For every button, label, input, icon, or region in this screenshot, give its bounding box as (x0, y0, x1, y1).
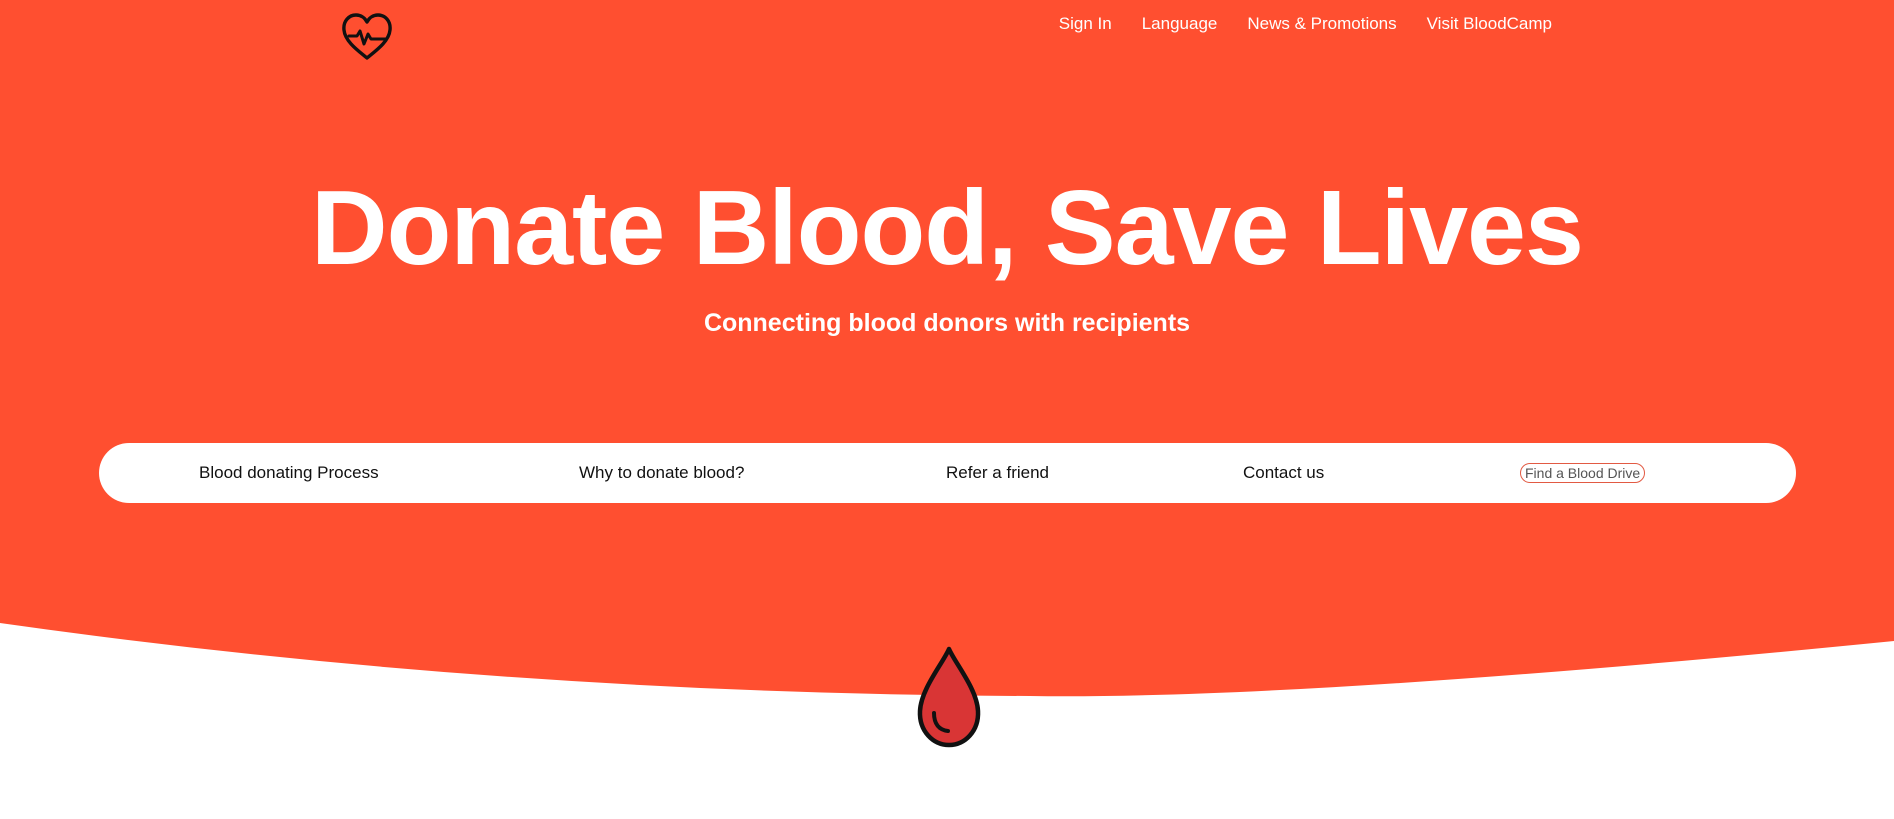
news-promotions-link[interactable]: News & Promotions (1247, 14, 1396, 34)
blood-drop-icon (915, 645, 983, 749)
nav-item-refer-friend[interactable]: Refer a friend (946, 463, 1049, 483)
visit-bloodcamp-link[interactable]: Visit BloodCamp (1427, 14, 1552, 34)
top-nav: Sign In Language News & Promotions Visit… (1059, 14, 1552, 34)
sign-in-link[interactable]: Sign In (1059, 14, 1112, 34)
page: Sign In Language News & Promotions Visit… (0, 0, 1894, 819)
hero-title: Donate Blood, Save Lives (311, 169, 1584, 287)
nav-item-contact-us[interactable]: Contact us (1243, 463, 1324, 483)
nav-item-blood-donating-process[interactable]: Blood donating Process (199, 463, 379, 483)
hero-subtitle: Connecting blood donors with recipients (703, 309, 1191, 337)
main-nav-bar: Blood donating Process Why to donate blo… (99, 443, 1796, 503)
language-link[interactable]: Language (1142, 14, 1218, 34)
find-blood-drive-button[interactable]: Find a Blood Drive (1520, 463, 1646, 483)
heart-pulse-icon[interactable] (340, 12, 394, 62)
nav-item-why-donate[interactable]: Why to donate blood? (579, 463, 744, 483)
